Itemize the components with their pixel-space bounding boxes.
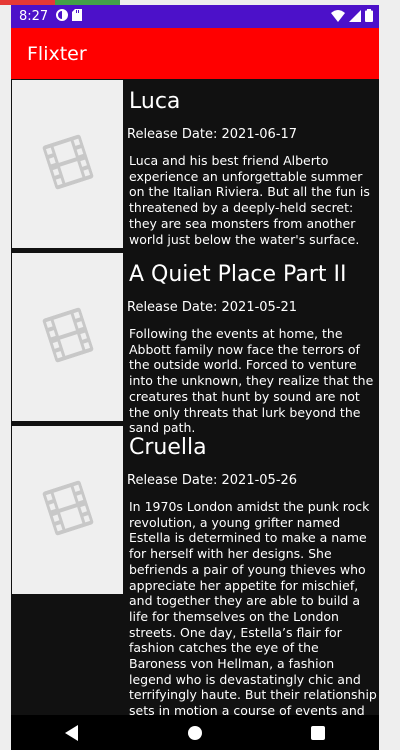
movie-title: Cruella: [129, 435, 207, 460]
movie-poster: [12, 426, 123, 594]
film-icon: [42, 480, 93, 536]
home-icon[interactable]: [175, 718, 215, 748]
status-bar: 8:27: [11, 5, 379, 28]
movie-title: A Quiet Place Part II: [129, 262, 347, 287]
movie-title: Luca: [129, 89, 181, 114]
recents-icon[interactable]: [298, 718, 338, 748]
status-time: 8:27: [19, 9, 49, 24]
movie-list[interactable]: Luca Release Date: 2021-06-17 Luca and h…: [11, 79, 379, 715]
back-icon[interactable]: [52, 718, 92, 748]
movie-poster: [12, 80, 123, 248]
film-icon: [42, 307, 93, 363]
movie-overview: In 1970s London amidst the punk rock rev…: [129, 499, 377, 715]
device-frame: 8:27 Flixter Luca Release Date: 2021-06-…: [0, 0, 400, 750]
release-date: Release Date: 2021-05-26: [127, 473, 298, 488]
app-screen: 8:27 Flixter Luca Release Date: 2021-06-…: [11, 5, 379, 750]
app-title: Flixter: [27, 42, 87, 65]
movie-poster: [12, 253, 123, 421]
movie-item-a-quiet-place-part-ii[interactable]: A Quiet Place Part II Release Date: 2021…: [11, 252, 379, 435]
battery-icon: [365, 9, 373, 25]
data-saver-icon: [56, 9, 69, 24]
movie-item-luca[interactable]: Luca Release Date: 2021-06-17 Luca and h…: [11, 79, 379, 252]
release-date: Release Date: 2021-06-17: [127, 127, 298, 142]
wifi-icon: [331, 9, 345, 25]
release-date: Release Date: 2021-05-21: [127, 300, 298, 315]
app-bar: Flixter: [11, 28, 379, 79]
movie-overview: Following the events at home, the Abbott…: [129, 326, 374, 436]
sd-card-icon: [72, 9, 83, 24]
signal-icon: [349, 9, 361, 25]
navigation-bar: [11, 715, 379, 750]
movie-item-cruella[interactable]: Cruella Release Date: 2021-05-26 In 1970…: [11, 425, 379, 715]
film-icon: [42, 134, 93, 190]
movie-overview: Luca and his best friend Alberto experie…: [129, 153, 370, 247]
